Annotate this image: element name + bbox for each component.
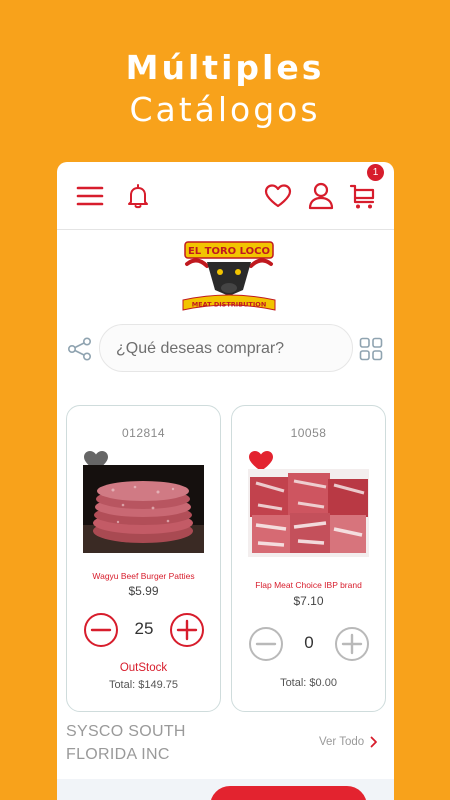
brand-logo: EL TORO LOCO MEAT DISTRIBUTION: [177, 238, 281, 312]
product-total: Total: $0.00: [280, 677, 337, 689]
decrease-quantity-button[interactable]: [83, 612, 119, 648]
see-all-label: Ver Todo: [319, 736, 365, 748]
bottom-action-button[interactable]: [210, 786, 367, 800]
product-name[interactable]: Flap Meat Choice IBP brand: [232, 580, 385, 590]
user-icon[interactable]: [306, 181, 336, 211]
cart-icon[interactable]: [348, 181, 378, 211]
product-card[interactable]: 012814 Wagyu Beef Burger Patties $5.99 2…: [66, 405, 221, 712]
svg-text:MEAT DISTRIBUTION: MEAT DISTRIBUTION: [192, 301, 267, 309]
headline-title: Múltiples: [125, 48, 325, 87]
heart-icon[interactable]: [263, 181, 293, 211]
grid-view-icon[interactable]: [359, 337, 383, 366]
product-sku: 10058: [290, 426, 327, 440]
product-name[interactable]: Wagyu Beef Burger Patties: [67, 571, 220, 581]
stock-status: OutStock: [119, 662, 168, 674]
search-field[interactable]: [99, 324, 353, 372]
search-row: [57, 324, 394, 374]
app-screen: 1 EL TORO LOCO MEAT DISTRIBUTION 012814: [57, 162, 394, 800]
quantity-stepper: 0: [232, 626, 385, 662]
top-bar: 1: [57, 162, 394, 230]
vendor-name: SYSCO SOUTH FLORIDA INC: [66, 723, 186, 763]
product-price: $5.99: [128, 584, 159, 598]
quantity-stepper: 25: [67, 612, 220, 648]
quantity-value[interactable]: 0: [286, 633, 332, 653]
product-card[interactable]: 10058 Flap Meat Choice IBP brand $7.10 0…: [231, 405, 386, 712]
product-image[interactable]: [248, 469, 369, 557]
product-price: $7.10: [293, 594, 324, 608]
increase-quantity-button[interactable]: [169, 612, 205, 648]
svg-text:EL TORO LOCO: EL TORO LOCO: [188, 246, 270, 257]
product-image[interactable]: [83, 465, 204, 553]
headline-subtitle: Catálogos: [129, 90, 321, 129]
quantity-value[interactable]: 25: [121, 619, 167, 639]
increase-quantity-button[interactable]: [334, 626, 370, 662]
product-sku: 012814: [121, 426, 166, 440]
chevron-right-icon: [370, 736, 378, 748]
see-all-link[interactable]: Ver Todo: [319, 736, 378, 748]
product-total: Total: $149.75: [108, 679, 179, 691]
search-input[interactable]: [116, 337, 341, 361]
decrease-quantity-button[interactable]: [248, 626, 284, 662]
bell-icon[interactable]: [123, 181, 153, 211]
share-icon[interactable]: [67, 337, 93, 366]
cart-count-badge: 1: [367, 164, 384, 181]
menu-icon[interactable]: [75, 181, 105, 211]
